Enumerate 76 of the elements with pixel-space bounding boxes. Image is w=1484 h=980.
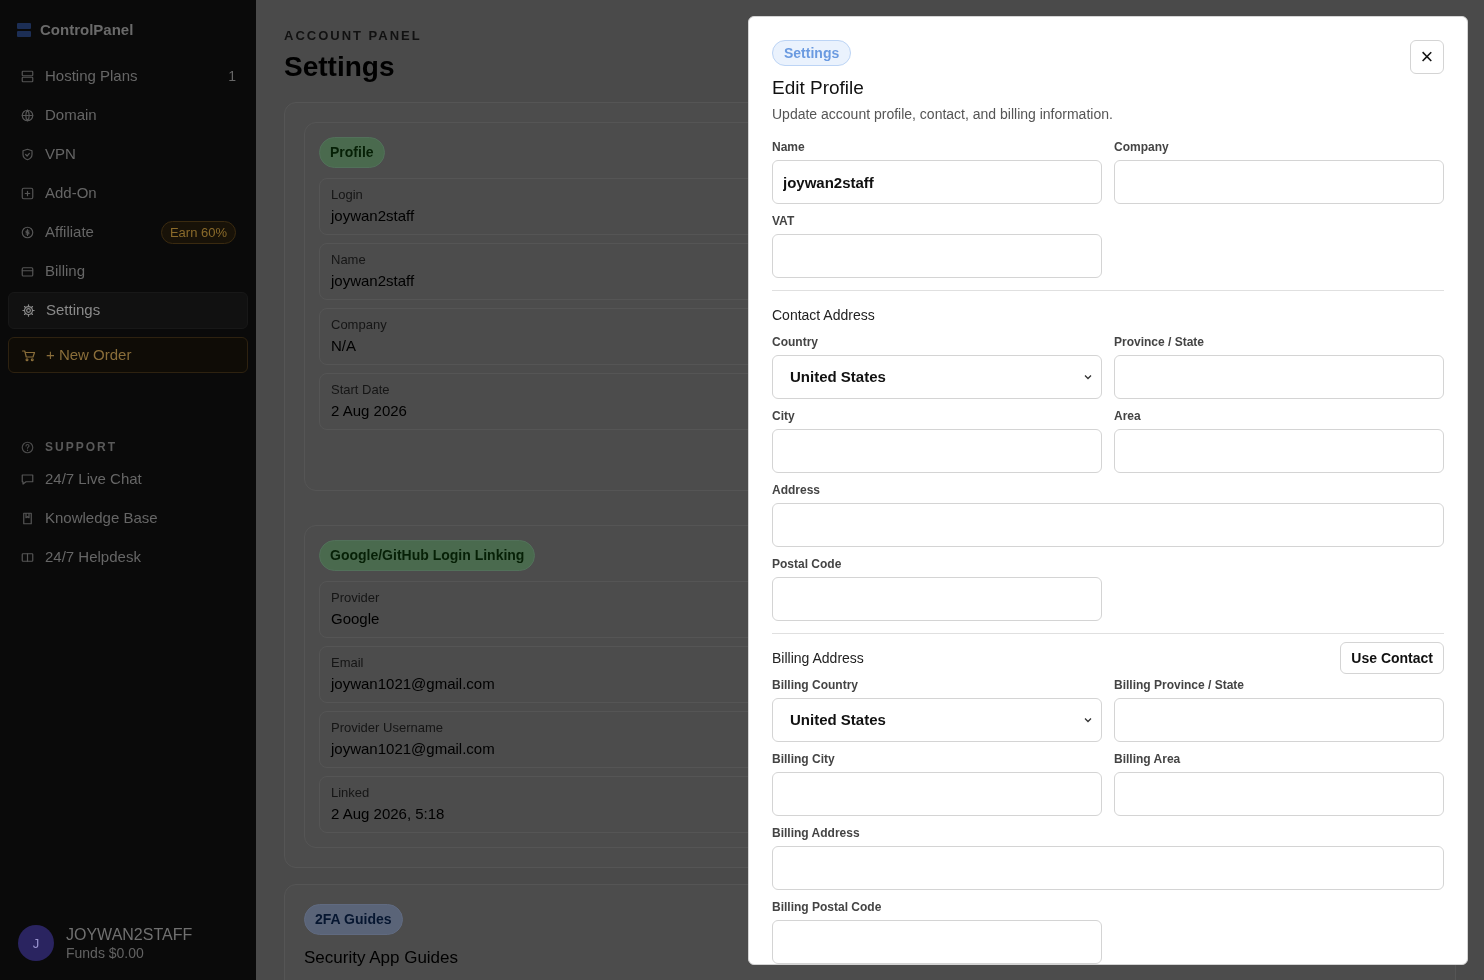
field-label: Country (772, 335, 818, 349)
brand-name: ControlPanel (40, 19, 134, 40)
country-select[interactable]: United States (772, 355, 1102, 399)
input-field[interactable] (772, 772, 1102, 816)
question-circle-icon (20, 439, 35, 455)
input-field[interactable] (1114, 772, 1444, 816)
field-label: VAT (772, 214, 795, 228)
section-heading: Billing Address (772, 648, 864, 668)
input-field[interactable] (1114, 429, 1444, 473)
sidebar-item[interactable]: VPN (8, 136, 248, 173)
field-label: Billing Area (1114, 752, 1181, 766)
input-field[interactable] (772, 577, 1102, 621)
shield-icon (20, 147, 35, 162)
sidebar-item[interactable]: 24/7 Helpdesk (8, 539, 248, 576)
page-title: Settings (284, 49, 395, 84)
sidebar-item[interactable]: Billing (8, 253, 248, 290)
field-label: Company (1114, 140, 1169, 154)
settings-badge: Settings (772, 40, 852, 66)
country-select[interactable]: United States (772, 698, 1102, 742)
field-label: City (772, 409, 795, 423)
section-heading: Contact Address (772, 305, 875, 325)
chat-bubble-icon (20, 472, 35, 487)
user-name: JOYWAN2STAFF (66, 924, 193, 945)
new-order-button[interactable]: + New Order (8, 337, 248, 373)
field-label: Province / State (1114, 335, 1205, 349)
sidebar-item[interactable]: Add-On (8, 175, 248, 212)
chevron-down-icon (1083, 715, 1093, 725)
input-field[interactable] (772, 920, 1102, 964)
field-label: Area (1114, 409, 1141, 423)
input-field[interactable] (1114, 698, 1444, 742)
field-label: Name (772, 140, 805, 154)
input-field[interactable] (772, 503, 1444, 547)
input-field[interactable] (772, 234, 1102, 278)
section-badge: Google/GitHub Login Linking (319, 539, 536, 571)
section-badge: 2FA Guides (304, 903, 403, 935)
eyebrow-label: ACCOUNT PANEL (284, 27, 422, 45)
field-label: Billing City (772, 752, 835, 766)
sidebar-item[interactable]: Affiliate Earn 60% (8, 214, 248, 251)
field-label: Billing Province / State (1114, 678, 1245, 692)
use-contact-button[interactable]: Use Contact (1340, 642, 1444, 674)
section-badge: Profile (319, 136, 385, 168)
sidebar-item[interactable]: Hosting Plans 1 (8, 58, 248, 95)
field-label: Address (772, 483, 821, 497)
ticket-icon (20, 550, 35, 565)
avatar: J (18, 925, 54, 962)
cart-icon (21, 347, 36, 363)
close-button[interactable]: × (1410, 40, 1444, 74)
chevron-down-icon (1083, 372, 1093, 382)
logo-icon (16, 22, 32, 38)
sidebar-item[interactable]: Domain (8, 97, 248, 134)
input-field[interactable] (1114, 160, 1444, 204)
input-field[interactable] (772, 429, 1102, 473)
settings-icon (21, 303, 36, 318)
plus-square-icon (20, 186, 35, 201)
field-label: Billing Address (772, 826, 860, 840)
count-label: 1 (228, 67, 236, 86)
card-icon (20, 264, 35, 279)
input-field[interactable] (1114, 355, 1444, 399)
globe-icon (20, 108, 35, 123)
server-icon (20, 69, 35, 84)
dollar-coin-icon (20, 225, 35, 240)
sidebar-item[interactable]: Settings (8, 292, 248, 329)
field-label: Billing Country (772, 678, 858, 692)
sidebar-item[interactable]: Knowledge Base (8, 500, 248, 537)
sidebar-item[interactable]: 24/7 Live Chat (8, 461, 248, 498)
input-field[interactable]: joywan2staff (772, 160, 1102, 204)
field-label: Postal Code (772, 557, 842, 571)
modal-title: Edit Profile (772, 76, 864, 100)
book-icon (20, 511, 35, 526)
field-label: Billing Postal Code (772, 900, 882, 914)
section-title: Security App Guides (304, 946, 459, 969)
section-heading: SUPPORT (45, 439, 117, 456)
modal-subtitle: Update account profile, contact, and billing information. (772, 105, 1113, 124)
funds-label: Funds $0.00 (66, 944, 145, 962)
earn-badge: Earn 60% (160, 220, 236, 245)
input-field[interactable] (772, 846, 1444, 890)
